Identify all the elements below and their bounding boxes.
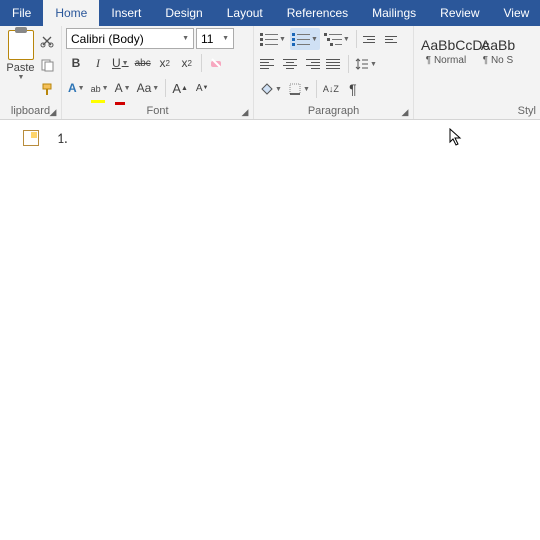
shrink-font-button[interactable]: A▼ bbox=[192, 77, 212, 99]
increase-indent-button[interactable] bbox=[383, 28, 403, 50]
strikethrough-button[interactable]: abc bbox=[133, 52, 153, 74]
tab-home[interactable]: Home bbox=[43, 0, 99, 26]
separator bbox=[348, 55, 349, 73]
font-launcher[interactable]: ◢ bbox=[239, 106, 251, 118]
underline-button[interactable]: U▼ bbox=[110, 52, 131, 74]
style-no-spacing[interactable]: AaBb ¶ No S bbox=[476, 34, 520, 78]
font-size-combo[interactable]: 11 ▼ bbox=[196, 28, 234, 49]
group-paragraph: ▼ ▼ ▼ ▼ ▼ ▼ A↓Z ¶ P bbox=[254, 26, 414, 119]
separator bbox=[316, 80, 317, 98]
chevron-down-icon: ▼ bbox=[18, 74, 25, 81]
style-name: ¶ Normal bbox=[421, 55, 471, 66]
group-clipboard: Paste ▼ lipboard ◢ bbox=[0, 26, 62, 119]
chevron-down-icon: ▼ bbox=[182, 35, 189, 42]
decrease-indent-button[interactable] bbox=[361, 28, 381, 50]
list-number: 1. bbox=[57, 130, 68, 147]
paste-label: Paste bbox=[6, 62, 34, 74]
copy-button[interactable] bbox=[37, 54, 57, 76]
font-color-button[interactable]: A▼ bbox=[113, 77, 133, 99]
chevron-down-icon: ▼ bbox=[222, 35, 229, 42]
tab-file[interactable]: File bbox=[0, 0, 43, 26]
multilevel-list-button[interactable]: ▼ bbox=[322, 28, 352, 50]
highlight-button[interactable]: ab▼ bbox=[89, 77, 111, 99]
group-font: Calibri (Body) ▼ 11 ▼ B I U▼ abc x2 x2 A… bbox=[62, 26, 254, 119]
align-center-button[interactable] bbox=[280, 53, 300, 75]
paragraph-launcher[interactable]: ◢ bbox=[399, 106, 411, 118]
font-name-combo[interactable]: Calibri (Body) ▼ bbox=[66, 28, 194, 49]
align-left-button[interactable] bbox=[258, 53, 278, 75]
separator bbox=[201, 54, 202, 72]
separator bbox=[165, 79, 166, 97]
font-size-value: 11 bbox=[201, 32, 213, 46]
separator bbox=[356, 30, 357, 48]
document-area[interactable]: 1. bbox=[0, 120, 540, 540]
superscript-button[interactable]: x2 bbox=[177, 52, 197, 74]
bold-button[interactable]: B bbox=[66, 52, 86, 74]
clear-formatting-button[interactable] bbox=[206, 52, 226, 74]
tab-design[interactable]: Design bbox=[153, 0, 214, 26]
cut-button[interactable] bbox=[37, 30, 57, 52]
align-right-button[interactable] bbox=[302, 53, 322, 75]
style-name: ¶ No S bbox=[479, 55, 517, 66]
italic-button[interactable]: I bbox=[88, 52, 108, 74]
ribbon: Paste ▼ lipboard ◢ Calibri (Body) ▼ 11 ▼ bbox=[0, 26, 540, 120]
format-painter-button[interactable] bbox=[37, 78, 57, 100]
tab-mailings[interactable]: Mailings bbox=[360, 0, 428, 26]
paste-icon bbox=[8, 30, 34, 60]
subscript-button[interactable]: x2 bbox=[155, 52, 175, 74]
style-normal[interactable]: AaBbCcDc ¶ Normal bbox=[418, 34, 474, 78]
clipboard-launcher[interactable]: ◢ bbox=[47, 106, 59, 118]
justify-button[interactable] bbox=[324, 53, 344, 75]
style-sample: AaBbCcDc bbox=[421, 37, 471, 53]
shading-button[interactable]: ▼ bbox=[258, 78, 284, 100]
paragraph-group-label: Paragraph bbox=[258, 103, 409, 119]
style-sample: AaBb bbox=[479, 37, 517, 53]
tab-review[interactable]: Review bbox=[428, 0, 491, 26]
sort-button[interactable]: A↓Z bbox=[321, 78, 341, 100]
text-effects-button[interactable]: A▼ bbox=[66, 77, 87, 99]
bullets-button[interactable]: ▼ bbox=[258, 28, 288, 50]
mouse-cursor-icon bbox=[449, 128, 465, 148]
show-marks-button[interactable]: ¶ bbox=[343, 78, 363, 100]
menu-tabs: File Home Insert Design Layout Reference… bbox=[0, 0, 540, 26]
tab-references[interactable]: References bbox=[275, 0, 360, 26]
paste-options-icon[interactable] bbox=[23, 130, 39, 146]
line-spacing-button[interactable]: ▼ bbox=[353, 53, 379, 75]
tab-layout[interactable]: Layout bbox=[215, 0, 275, 26]
font-group-label: Font bbox=[66, 103, 249, 119]
paste-button[interactable]: Paste ▼ bbox=[4, 28, 37, 81]
font-name-value: Calibri (Body) bbox=[71, 32, 144, 46]
tab-view[interactable]: View bbox=[492, 0, 540, 26]
group-styles: AaBbCcDc ¶ Normal AaBb ¶ No S Styl bbox=[414, 26, 540, 119]
tab-insert[interactable]: Insert bbox=[99, 0, 153, 26]
numbering-button[interactable]: ▼ bbox=[290, 28, 320, 50]
styles-group-label: Styl bbox=[418, 103, 536, 119]
borders-button[interactable]: ▼ bbox=[286, 78, 312, 100]
grow-font-button[interactable]: A▲ bbox=[170, 77, 190, 99]
change-case-button[interactable]: Aa▼ bbox=[135, 77, 162, 99]
